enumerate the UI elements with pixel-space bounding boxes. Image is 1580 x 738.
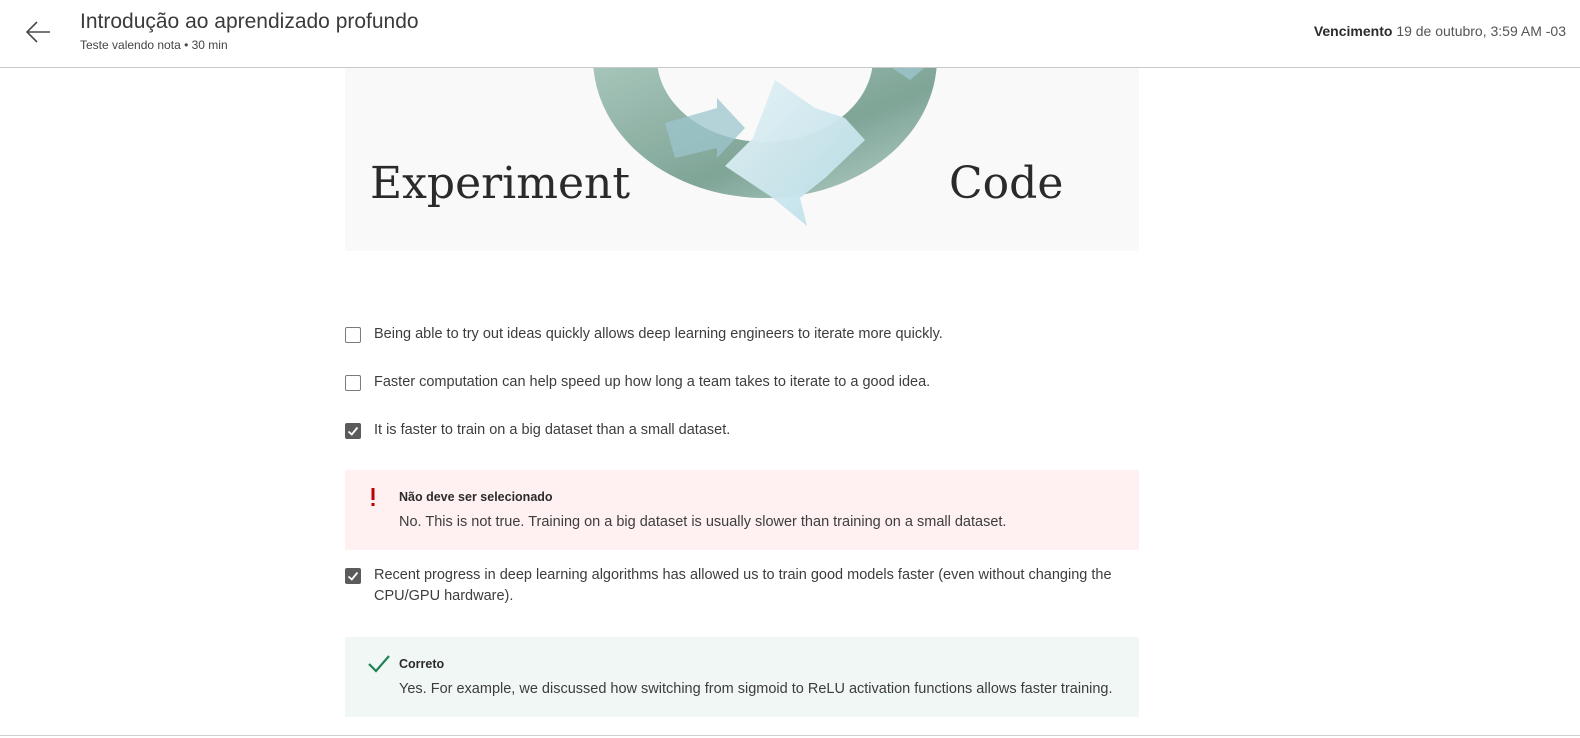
- option-1[interactable]: Being able to try out ideas quickly allo…: [345, 326, 1134, 345]
- quiz-header: Introdução ao aprendizado profundo Teste…: [0, 0, 1580, 68]
- check-icon: [347, 571, 359, 581]
- feedback-incorrect: Não deve ser selecionado No. This is not…: [345, 470, 1139, 550]
- feedback-correct-text: Yes. For example, we discussed how switc…: [399, 681, 1113, 697]
- option-4[interactable]: Recent progress in deep learning algorit…: [345, 567, 1134, 607]
- due-date: Vencimento 19 de outubro, 3:59 AM -03: [1314, 23, 1566, 39]
- check-icon: [347, 426, 359, 436]
- exclamation-icon: [371, 488, 375, 506]
- page-title: Introdução ao aprendizado profundo: [80, 10, 419, 33]
- option-4-label: Recent progress in deep learning algorit…: [374, 567, 1112, 604]
- checkbox-checked[interactable]: [345, 423, 361, 439]
- feedback-incorrect-title: Não deve ser selecionado: [399, 490, 553, 504]
- feedback-correct: Correto Yes. For example, we discussed h…: [345, 637, 1139, 717]
- option-2-label: Faster computation can help speed up how…: [374, 374, 931, 390]
- feedback-incorrect-text: No. This is not true. Training on a big …: [399, 514, 1007, 530]
- figure-label-experiment: Experiment: [370, 158, 630, 209]
- option-3[interactable]: It is faster to train on a big dataset t…: [345, 422, 1134, 441]
- due-value: 19 de outubro, 3:59 AM -03: [1396, 23, 1566, 39]
- arrow-left-icon: [25, 21, 50, 43]
- checkbox-checked[interactable]: [345, 568, 361, 584]
- due-label: Vencimento: [1313, 23, 1393, 39]
- iteration-cycle-figure: Experiment Code: [345, 68, 1139, 251]
- feedback-correct-title: Correto: [399, 657, 445, 671]
- checkbox-unchecked[interactable]: [345, 375, 361, 391]
- figure-label-code: Code: [949, 158, 1063, 209]
- page-divider: [0, 735, 1580, 736]
- option-3-label: It is faster to train on a big dataset t…: [374, 422, 731, 438]
- option-2[interactable]: Faster computation can help speed up how…: [345, 374, 1134, 393]
- checkbox-unchecked[interactable]: [345, 327, 361, 343]
- back-button[interactable]: [24, 18, 52, 46]
- quiz-subtitle: Teste valendo nota • 30 min: [80, 38, 228, 52]
- checkmark-icon: [368, 655, 390, 673]
- option-1-label: Being able to try out ideas quickly allo…: [374, 326, 943, 342]
